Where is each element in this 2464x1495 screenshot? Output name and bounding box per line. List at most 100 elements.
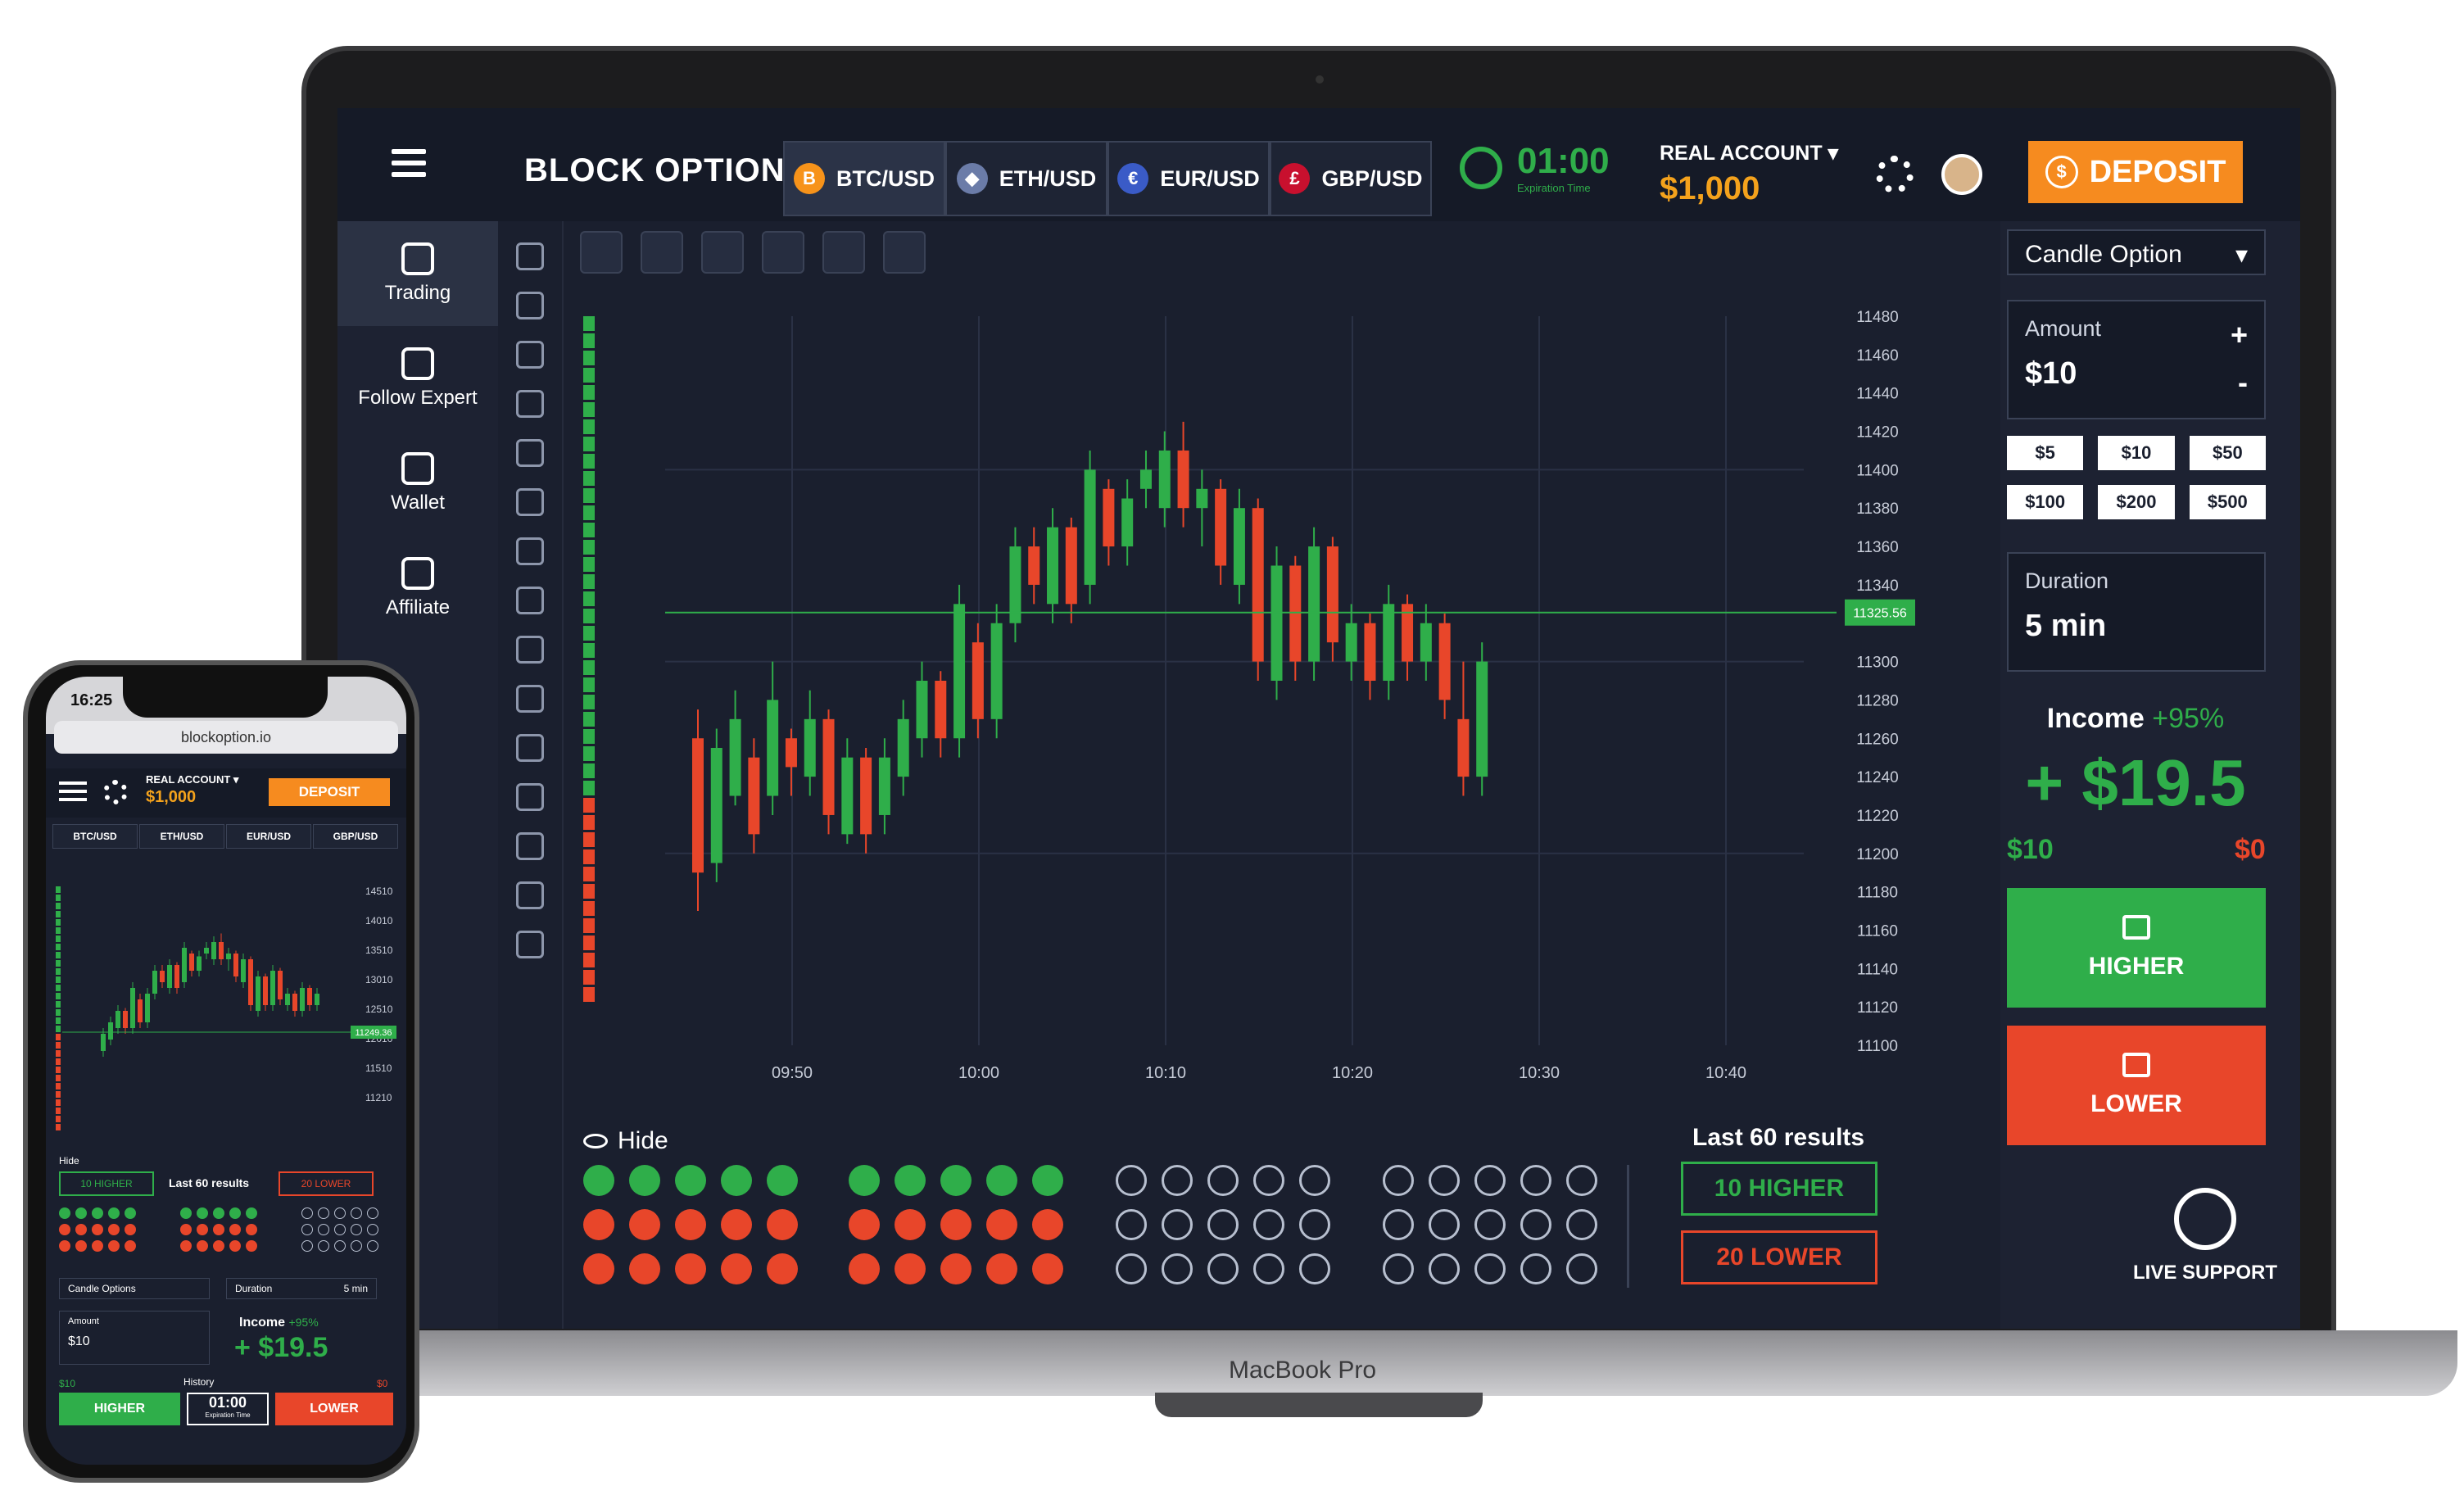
higher-button[interactable]: HIGHER [2007, 888, 2266, 1008]
phone-result-dot [229, 1224, 241, 1235]
volume-bar [583, 626, 595, 641]
result-dot [1162, 1165, 1193, 1196]
amount-preset-button[interactable]: $500 [2189, 485, 2266, 519]
indicators-icon[interactable] [701, 231, 744, 274]
phone-candle-body [167, 965, 172, 988]
amount-preset-button[interactable]: $10 [2098, 436, 2175, 470]
phone-lower-button[interactable]: LOWER [275, 1393, 393, 1425]
phone-volume-bar [56, 993, 61, 999]
phone-candle-body [263, 976, 268, 1005]
amount-preset-button[interactable]: $50 [2189, 436, 2266, 470]
sidebar-item-trading[interactable]: Trading [337, 221, 498, 326]
phone-candle-body [307, 988, 312, 1005]
stopwatch-icon [1460, 146, 1502, 189]
amount-field[interactable]: Amount $10 + - [2007, 300, 2266, 419]
avatar[interactable] [1941, 154, 1982, 195]
phone-result-dot [351, 1224, 362, 1235]
deposit-button[interactable]: $ DEPOSIT [2028, 141, 2243, 203]
account-selector[interactable]: REAL ACCOUNT ▾ $1,000 [1660, 141, 1838, 207]
result-dot [767, 1209, 798, 1240]
magnet-icon[interactable] [516, 734, 544, 762]
layers-icon[interactable] [516, 931, 544, 958]
pencil-icon[interactable] [516, 783, 544, 811]
option-type-select[interactable]: Candle Option ▾ [2007, 229, 2266, 275]
text-tool-icon[interactable] [516, 439, 544, 467]
candle-body [897, 718, 909, 777]
phone-amount-field[interactable]: Amount $10 [59, 1311, 210, 1365]
phone-higher-button[interactable]: HIGHER [59, 1393, 180, 1425]
pattern-icon[interactable] [516, 488, 544, 516]
lower-label: LOWER [2090, 1090, 2182, 1117]
phone-candle-body [241, 959, 246, 982]
measure-icon[interactable] [516, 636, 544, 664]
tab-eur-usd[interactable]: € EUR/USD [1107, 141, 1270, 216]
sidebar-item-affiliate[interactable]: Affiliate [337, 536, 498, 641]
price-chart[interactable]: 09:50 10:00 10:10 10:20 10:30 10:40 11480 11460… [575, 292, 1984, 1152]
x-tick-label: 10:40 [1705, 1064, 1746, 1082]
plus-icon[interactable]: + [2231, 318, 2248, 352]
amount-preset-button[interactable]: $200 [2098, 485, 2175, 519]
phone-option-select[interactable]: Candle Options [59, 1278, 210, 1299]
phone-duration-field[interactable]: Duration 5 min [226, 1278, 377, 1299]
phone-url-bar[interactable]: blockoption.io [54, 721, 398, 754]
amount-preset-button[interactable]: $5 [2007, 436, 2084, 470]
phone-higher-label: HIGHER [93, 1402, 146, 1416]
phone-menu-icon[interactable] [59, 781, 87, 803]
phone-tab[interactable]: EUR/USD [226, 824, 311, 849]
phone-gear-icon[interactable] [103, 780, 128, 804]
phone-higher-count: 10 HIGHER [59, 1171, 154, 1196]
tab-gbp-usd[interactable]: £ GBP/USD [1270, 141, 1432, 216]
phone-tab[interactable]: BTC/USD [52, 824, 138, 849]
support-label: LIVE SUPPORT [2132, 1262, 2278, 1284]
lower-button[interactable]: LOWER [2007, 1026, 2266, 1145]
candle-body [1345, 623, 1357, 662]
fullscreen-icon[interactable] [883, 231, 926, 274]
live-support-button[interactable]: LIVE SUPPORT [2107, 1188, 2300, 1284]
result-dot [1566, 1165, 1597, 1196]
phone-candle-body [123, 1011, 128, 1028]
phone-account-label[interactable]: REAL ACCOUNT ▾ [146, 773, 238, 786]
phone-volume-bar [56, 895, 61, 901]
line-tool-icon[interactable] [516, 292, 544, 319]
y-tick-label: 11380 [1856, 501, 1898, 518]
chart-settings-icon[interactable] [641, 231, 683, 274]
bitcoin-icon: B [794, 163, 825, 194]
result-dot [1253, 1165, 1284, 1196]
trend-tool-icon[interactable] [516, 341, 544, 369]
gear-icon[interactable] [1876, 156, 1914, 193]
phone-tab[interactable]: ETH/USD [139, 824, 224, 849]
amount-preset-button[interactable]: $100 [2007, 485, 2084, 519]
result-dot [1116, 1209, 1147, 1240]
phone-deposit-button[interactable]: DEPOSIT [269, 778, 390, 806]
phone-hide-toggle[interactable]: Hide [59, 1155, 79, 1167]
redo-icon[interactable] [822, 231, 865, 274]
sidebar-item-follow-expert[interactable]: Follow Expert [337, 326, 498, 431]
ethereum-icon: ◆ [956, 163, 988, 194]
phone-tab[interactable]: GBP/USD [313, 824, 398, 849]
crosshair-icon[interactable] [516, 242, 544, 270]
candle-body [1139, 469, 1152, 489]
candle-type-icon[interactable] [580, 231, 623, 274]
tab-btc-usd[interactable]: B BTC/USD [783, 141, 945, 216]
back-arrow-icon[interactable] [516, 587, 544, 614]
results-group [1116, 1165, 1332, 1284]
menu-icon[interactable] [392, 149, 426, 177]
duration-field[interactable]: Duration 5 min [2007, 552, 2266, 672]
candle-body [1196, 488, 1208, 509]
phone-candle-body [300, 988, 305, 1011]
phone-result-dot [213, 1207, 224, 1219]
result-dot [986, 1253, 1017, 1284]
zoom-in-icon[interactable] [516, 685, 544, 713]
fib-icon[interactable] [516, 537, 544, 565]
tab-eth-usd[interactable]: ◆ ETH/USD [945, 141, 1107, 216]
phone-price-chart[interactable]: 1451014010135101301012510120101151011210… [54, 878, 398, 1148]
phone-history[interactable]: History [183, 1376, 214, 1388]
lock-icon[interactable] [516, 832, 544, 860]
sidebar-item-wallet[interactable]: Wallet [337, 431, 498, 536]
brush-icon[interactable] [516, 390, 544, 418]
hide-toggle[interactable]: Hide [583, 1127, 668, 1155]
phone-candle-body [315, 994, 319, 1005]
undo-icon[interactable] [762, 231, 804, 274]
eye-icon[interactable] [516, 881, 544, 909]
minus-icon[interactable]: - [2238, 365, 2248, 400]
